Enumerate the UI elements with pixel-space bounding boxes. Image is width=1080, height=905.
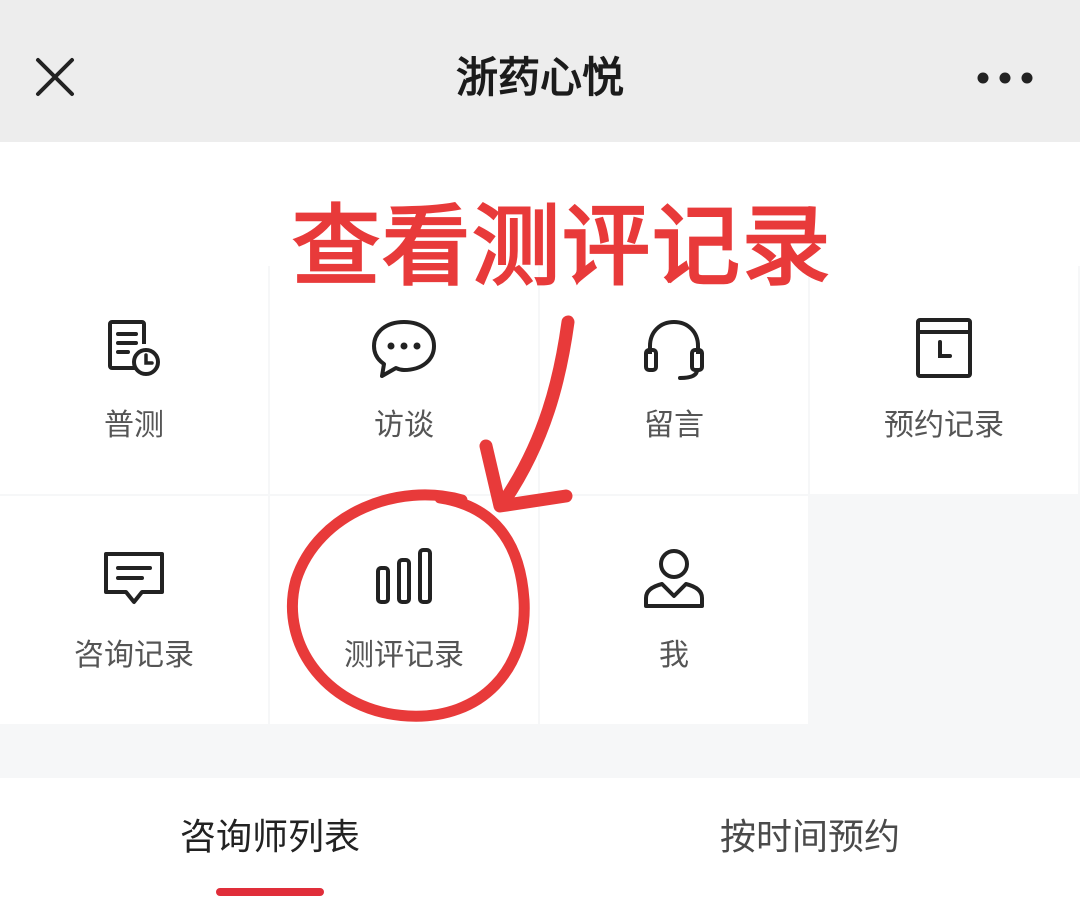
grid-item-label: 预约记录 — [884, 408, 1004, 443]
bar-chart-icon — [376, 548, 432, 604]
active-tab-indicator — [216, 888, 324, 896]
more-horizontal-icon — [977, 72, 1033, 84]
tab-time-booking[interactable]: 按时间预约 — [540, 814, 1080, 862]
grid-item-label: 留言 — [644, 408, 704, 443]
headset-icon — [644, 319, 704, 380]
tab-bar: 咨询师列表 按时间预约 — [0, 778, 1080, 905]
grid-item-label: 咨询记录 — [74, 638, 194, 673]
user-icon — [644, 549, 704, 608]
tab-counselor-list[interactable]: 咨询师列表 — [0, 814, 540, 862]
more-button[interactable] — [972, 60, 1038, 96]
grid-item-assessment-records[interactable]: 测评记录 — [270, 496, 538, 724]
grid-item-label: 普测 — [104, 408, 164, 443]
message-lines-icon — [104, 552, 164, 604]
form-clock-icon — [108, 320, 160, 376]
nav-bar: 浙药心悦 — [0, 0, 1080, 142]
grid-item-me[interactable]: 我 — [540, 496, 808, 724]
page-title: 浙药心悦 — [455, 53, 624, 102]
calendar-clock-icon — [916, 318, 972, 378]
chat-bubble-icon — [372, 320, 436, 378]
grid-item-general-test[interactable]: 普测 — [0, 266, 268, 494]
grid-item-label: 测评记录 — [344, 638, 464, 673]
grid-item-consultation-records[interactable]: 咨询记录 — [0, 496, 268, 724]
annotation-text: 查看测评记录 — [291, 195, 832, 298]
grid-item-label: 访谈 — [374, 408, 434, 443]
section-divider — [0, 724, 1080, 778]
grid-item-label: 我 — [659, 638, 689, 673]
